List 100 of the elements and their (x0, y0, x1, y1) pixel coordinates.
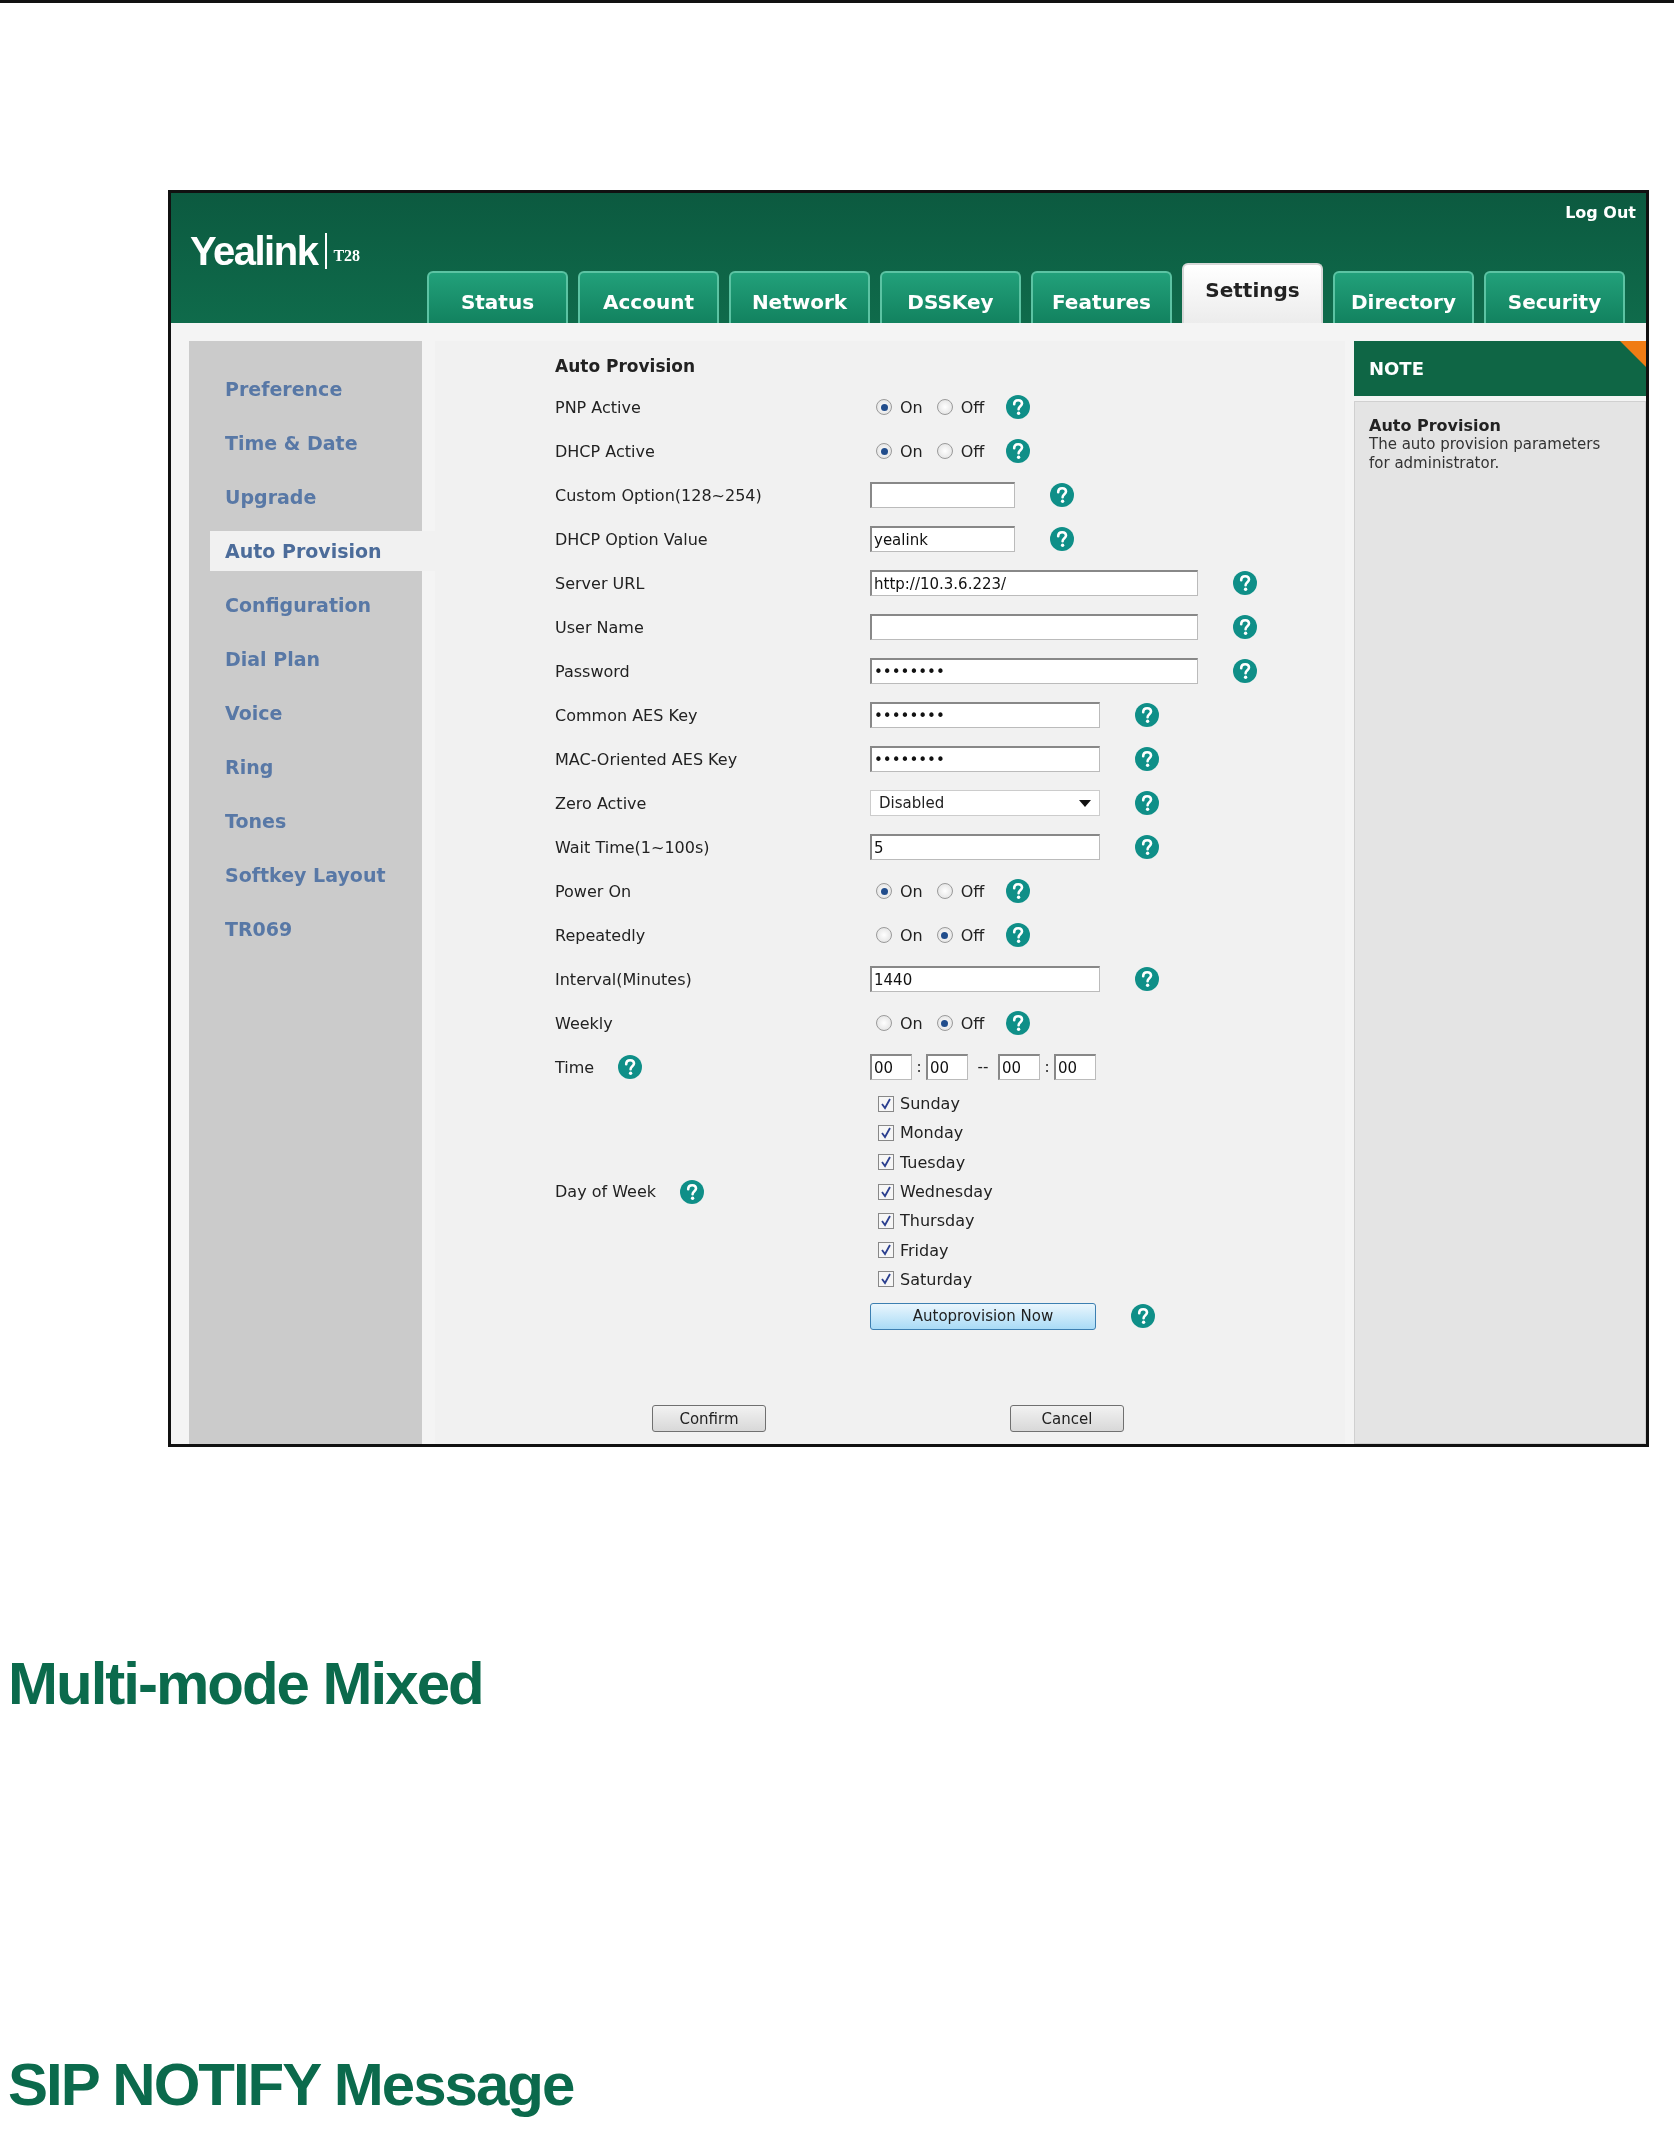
sidebar-item[interactable]: TR069 (210, 909, 435, 949)
radio-button[interactable] (936, 1015, 953, 1031)
option-label: Off (960, 441, 985, 461)
note-text: The auto provision parameters for administrator. (1369, 435, 1602, 473)
form-button[interactable]: Confirm (652, 1405, 766, 1432)
checkbox[interactable] (878, 1271, 894, 1288)
day-label: Saturday (900, 1269, 973, 1289)
nav-tab[interactable]: Security (1484, 271, 1625, 323)
brand-logo: Yealink (190, 233, 328, 269)
checkbox[interactable] (878, 1183, 894, 1200)
option-label: On (900, 881, 923, 901)
radio-button[interactable] (876, 443, 892, 459)
option-label: On (900, 925, 923, 945)
nav-tab[interactable]: DSSKey (880, 271, 1021, 323)
help-icon[interactable] (1006, 1011, 1031, 1035)
day-label: Monday (900, 1123, 964, 1143)
autoprovision-button[interactable]: Autoprovision Now (870, 1302, 1096, 1330)
radio-button[interactable] (876, 883, 892, 899)
field-label: MAC-Oriented AES Key (555, 749, 739, 769)
time-field[interactable]: 00 (870, 1054, 912, 1080)
help-icon[interactable] (1135, 747, 1159, 771)
section-heading: SIP NOTIFY Message (8, 2050, 575, 2119)
input-field[interactable]: •••••••• (870, 746, 1100, 772)
sidebar-item[interactable]: Time & Date (210, 423, 435, 463)
dropdown[interactable]: Disabled (870, 790, 1100, 816)
field-label: Common AES Key (555, 705, 699, 725)
sidebar-item[interactable]: Upgrade (210, 477, 435, 517)
corner-fold-icon (1620, 341, 1646, 367)
input-field[interactable]: •••••••• (870, 658, 1198, 684)
field-label: Password (555, 661, 631, 681)
section-title: Auto Provision (555, 355, 697, 378)
help-icon[interactable] (680, 1179, 705, 1204)
radio-button[interactable] (936, 883, 953, 899)
nav-tab[interactable]: Status (427, 271, 568, 323)
field-label: DHCP Option Value (555, 529, 709, 549)
nav-tab[interactable]: Features (1031, 271, 1172, 323)
checkbox[interactable] (878, 1124, 894, 1141)
help-icon[interactable] (1135, 703, 1159, 727)
input-field[interactable] (870, 482, 1015, 508)
input-field[interactable]: yealink (870, 526, 1015, 552)
help-icon[interactable] (1233, 659, 1257, 683)
sidebar-item[interactable]: Configuration (210, 585, 435, 625)
checkbox[interactable] (878, 1095, 894, 1112)
help-icon[interactable] (1131, 1304, 1155, 1329)
day-label: Tuesday (900, 1152, 966, 1172)
day-label: Sunday (900, 1094, 960, 1114)
help-icon[interactable] (1233, 615, 1257, 639)
help-icon[interactable] (1135, 791, 1159, 815)
sidebar-item[interactable]: Ring (210, 747, 435, 787)
field-label: Custom Option(128~254) (555, 485, 763, 505)
field-label: PNP Active (555, 397, 642, 417)
radio-button[interactable] (936, 443, 953, 459)
radio-button[interactable] (936, 399, 953, 415)
time-field[interactable]: 00 (1054, 1054, 1096, 1080)
field-label: Repeatedly (555, 925, 647, 945)
help-icon[interactable] (1006, 879, 1031, 903)
help-icon[interactable] (1135, 967, 1159, 991)
sidebar-item[interactable]: Preference (210, 369, 435, 409)
caret-icon (1079, 799, 1091, 807)
help-icon[interactable] (1006, 395, 1031, 419)
checkbox[interactable] (878, 1212, 894, 1229)
radio-button[interactable] (876, 1015, 892, 1031)
help-icon[interactable] (618, 1055, 643, 1079)
help-icon[interactable] (1233, 571, 1257, 595)
nav-tab[interactable]: Directory (1333, 271, 1474, 323)
sidebar-item[interactable]: Softkey Layout (210, 855, 435, 895)
input-field[interactable]: 5 (870, 834, 1100, 860)
field-label: Server URL (555, 573, 646, 593)
nav-tab[interactable]: Account (578, 271, 719, 323)
sidebar-item[interactable]: Tones (210, 801, 435, 841)
input-field[interactable]: 1440 (870, 966, 1100, 992)
help-icon[interactable] (1050, 483, 1074, 507)
field-label: Power On (555, 881, 633, 901)
checkbox[interactable] (878, 1242, 894, 1259)
input-field[interactable]: http://10.3.6.223/ (870, 570, 1198, 596)
input-field[interactable] (870, 614, 1198, 640)
day-label: Thursday (900, 1211, 975, 1231)
radio-button[interactable] (876, 399, 892, 415)
nav-tab[interactable]: Settings (1182, 263, 1323, 323)
field-label: User Name (555, 617, 645, 637)
form-button[interactable]: Cancel (1010, 1405, 1124, 1432)
option-label: Off (960, 925, 985, 945)
section-heading: Multi-mode Mixed (8, 1649, 484, 1718)
time-field[interactable]: 00 (998, 1054, 1040, 1080)
input-field[interactable]: •••••••• (870, 702, 1100, 728)
log-out-link[interactable]: Log Out (1565, 203, 1636, 233)
nav-tab[interactable]: Network (729, 271, 870, 323)
help-icon[interactable] (1006, 923, 1031, 947)
sidebar-item[interactable]: Voice (210, 693, 435, 733)
checkbox[interactable] (878, 1154, 894, 1171)
radio-button[interactable] (936, 927, 953, 943)
time-field[interactable]: 00 (926, 1054, 968, 1080)
sidebar-item[interactable]: Dial Plan (210, 639, 435, 679)
help-icon[interactable] (1006, 439, 1031, 463)
field-label: Wait Time(1~100s) (555, 837, 711, 857)
note-title: NOTE (1368, 358, 1424, 379)
help-icon[interactable] (1135, 835, 1159, 859)
field-label: Interval(Minutes) (555, 969, 693, 989)
radio-button[interactable] (876, 927, 892, 943)
help-icon[interactable] (1050, 527, 1074, 551)
